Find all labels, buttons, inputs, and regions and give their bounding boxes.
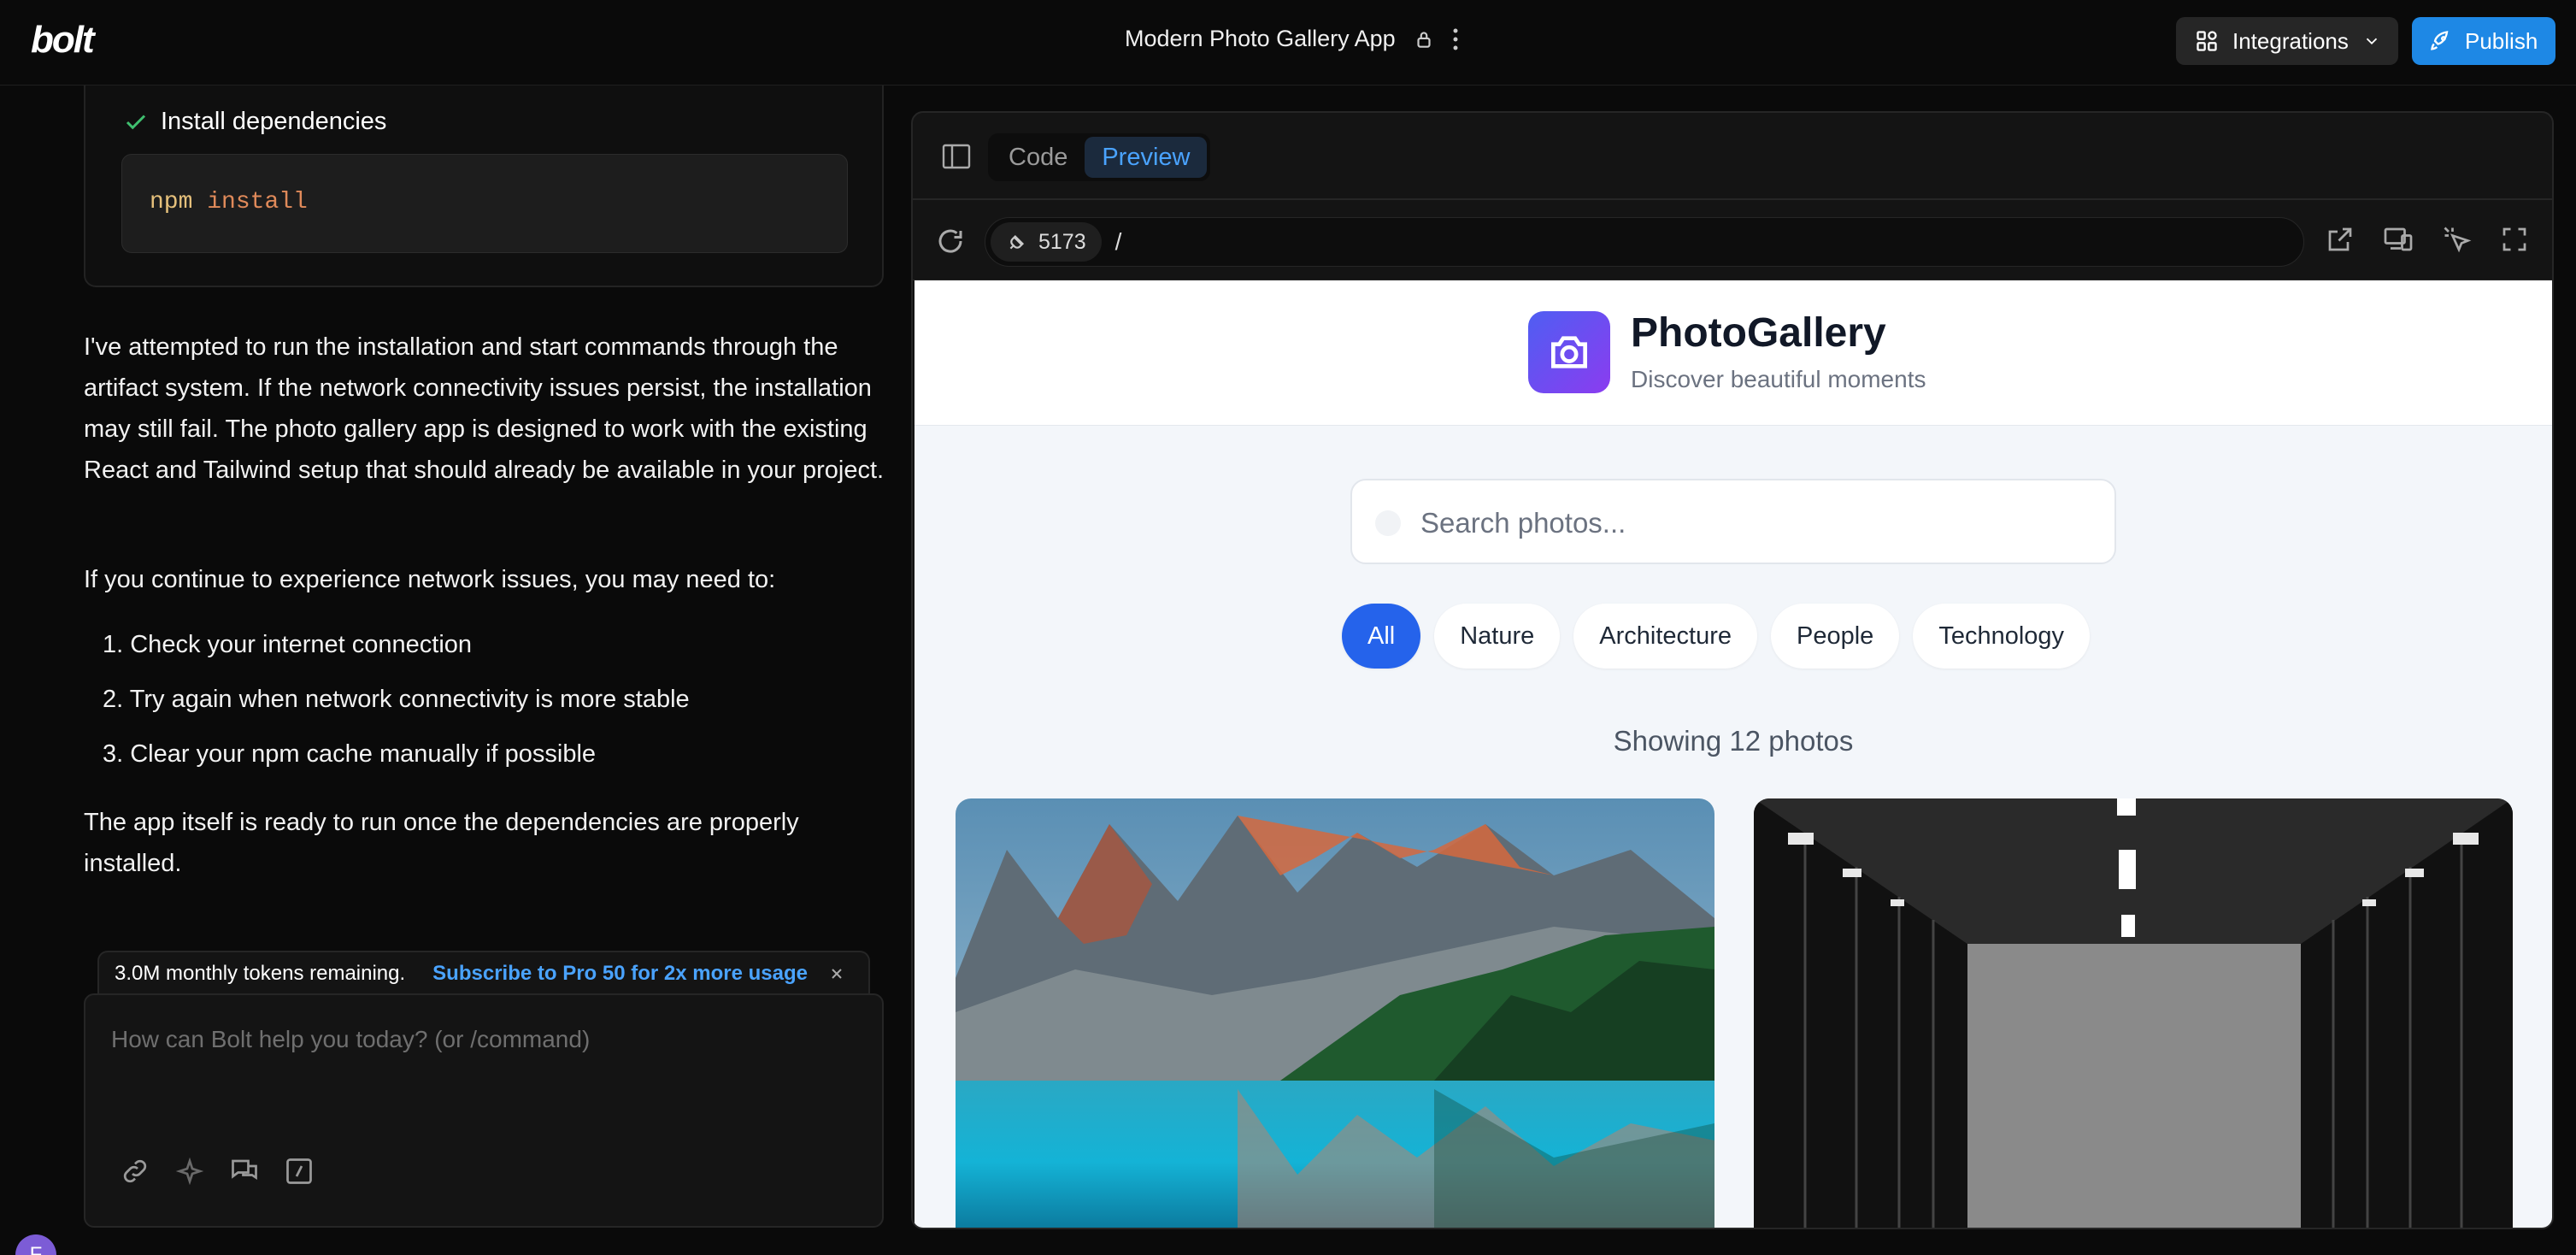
plug-icon: [1009, 234, 1025, 250]
command-icon[interactable]: [284, 1156, 315, 1187]
category-filters: All Nature Architecture People Technolog…: [1342, 604, 2091, 669]
chevron-down-icon: [2366, 38, 2378, 45]
filter-architecture[interactable]: Architecture: [1573, 604, 1758, 669]
step-label: Install dependencies: [161, 108, 387, 135]
avatar[interactable]: F: [15, 1234, 56, 1255]
step-row: Install dependencies: [123, 108, 386, 136]
chat-input[interactable]: [111, 1026, 846, 1053]
publish-label: Publish: [2465, 27, 2538, 54]
action-step-card: Install dependencies npm install: [84, 85, 884, 287]
workbench-tabs-row: Code Preview: [913, 113, 2552, 200]
tokens-remaining-text: 3.0M monthly tokens remaining.: [115, 962, 406, 985]
project-title[interactable]: Modern Photo Gallery App: [1125, 26, 1435, 52]
fullscreen-icon[interactable]: [2499, 224, 2530, 255]
integrations-button[interactable]: Integrations: [2176, 17, 2398, 65]
panel-toggle-icon[interactable]: [942, 144, 971, 169]
token-usage-banner: 3.0M monthly tokens remaining. Subscribe…: [97, 951, 870, 995]
app-header: PhotoGallery Discover beautiful moments: [915, 280, 2552, 426]
sparkle-icon[interactable]: [174, 1156, 205, 1187]
integrations-label: Integrations: [2232, 27, 2349, 54]
tab-code[interactable]: Code: [991, 137, 1085, 178]
camera-icon: [1551, 336, 1587, 368]
preview-url-row: 5173 /: [913, 202, 2552, 280]
workbench-panel: Code Preview 5173 / PhotoGallery Discove…: [911, 111, 2554, 1229]
photo-card-mountain-lake[interactable]: [956, 798, 1714, 1228]
app-preview: PhotoGallery Discover beautiful moments …: [915, 280, 2552, 1228]
code-command: npm: [150, 189, 193, 215]
filter-people[interactable]: People: [1771, 604, 1900, 669]
reload-icon[interactable]: [935, 226, 966, 256]
tab-preview[interactable]: Preview: [1085, 137, 1208, 178]
device-toggle-icon[interactable]: [2383, 224, 2414, 255]
app-title: PhotoGallery: [1631, 310, 1886, 356]
message-paragraph: The app itself is ready to run once the …: [84, 809, 799, 877]
top-bar: bolt Modern Photo Gallery App Integratio…: [0, 0, 2576, 85]
chat-input-box: [84, 993, 884, 1228]
filter-all[interactable]: All: [1342, 604, 1421, 669]
mountain-lake-image: [956, 798, 1714, 1228]
address-bar[interactable]: 5173 /: [985, 217, 2304, 267]
bolt-logo[interactable]: bolt: [31, 19, 95, 62]
code-block: npm install: [121, 154, 848, 253]
port-selector[interactable]: 5173: [991, 222, 1102, 262]
more-options-icon[interactable]: [1444, 22, 1467, 56]
search-icon: [1375, 510, 1401, 536]
preview-tools: [2325, 224, 2530, 255]
app-logo: [1528, 311, 1610, 393]
integrations-icon: [2197, 31, 2217, 51]
photo-count: Showing 12 photos: [1613, 725, 1854, 757]
app-subtitle: Discover beautiful moments: [1631, 366, 1926, 392]
inspect-icon[interactable]: [2441, 224, 2472, 255]
close-icon[interactable]: [828, 965, 845, 982]
photo-search-box: [1350, 479, 2116, 564]
rocket-icon: [2431, 31, 2449, 50]
project-title-text: Modern Photo Gallery App: [1125, 26, 1396, 51]
check-icon: [126, 114, 146, 129]
list-item: 3. Clear your npm cache manually if poss…: [103, 740, 597, 768]
view-toggle: Code Preview: [988, 133, 1211, 181]
message-paragraph: I've attempted to run the installation a…: [84, 333, 885, 484]
photo-card-server-room[interactable]: [1754, 798, 2513, 1228]
server-room-image: [1754, 798, 2513, 1228]
lock-icon: [1417, 31, 1431, 48]
chat-tools: [120, 1156, 315, 1187]
link-icon[interactable]: [120, 1156, 150, 1187]
discuss-icon[interactable]: [229, 1156, 260, 1187]
search-input[interactable]: [1420, 504, 2087, 542]
publish-button[interactable]: Publish: [2412, 17, 2555, 65]
message-list: 1. Check your internet connection 2. Try…: [103, 628, 872, 792]
filter-technology[interactable]: Technology: [1913, 604, 2091, 669]
filter-nature[interactable]: Nature: [1434, 604, 1561, 669]
port-number: 5173: [1038, 229, 1086, 254]
list-item: 1. Check your internet connection: [103, 631, 473, 658]
url-path[interactable]: /: [1115, 228, 1122, 256]
subscribe-link[interactable]: Subscribe to Pro 50 for 2x more usage: [432, 962, 808, 986]
list-item: 2. Try again when network connectivity i…: [103, 686, 690, 713]
message-paragraph: If you continue to experience network is…: [84, 566, 776, 593]
chat-panel: Install dependencies npm install I've at…: [0, 85, 906, 1255]
open-external-icon[interactable]: [2325, 224, 2355, 255]
code-argument: install: [207, 189, 308, 215]
